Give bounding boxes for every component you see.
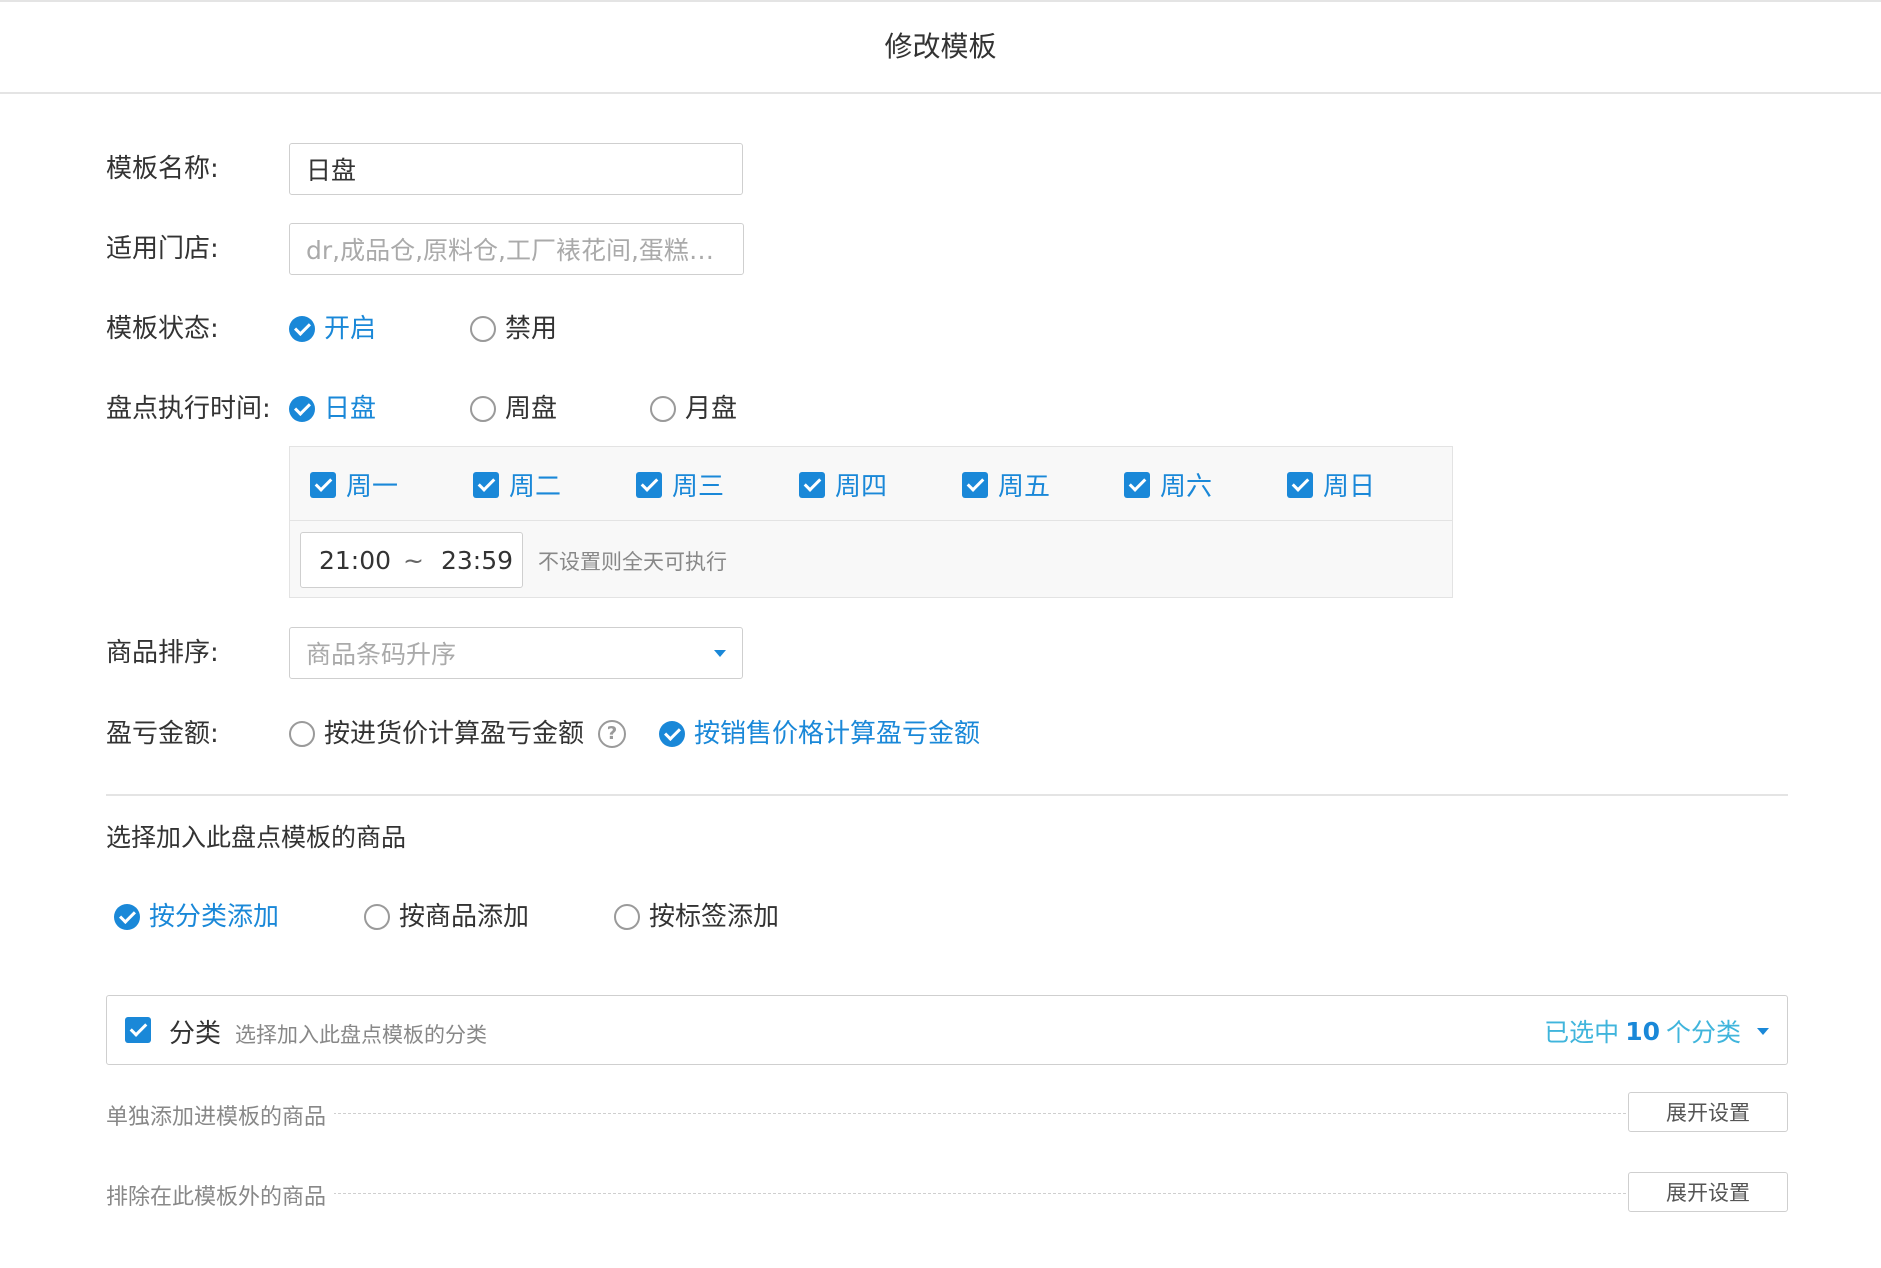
selected-suffix: 个分类 [1665, 1018, 1741, 1047]
add-mode-label: 按分类添加 [149, 902, 280, 932]
dotted-divider [328, 1113, 1626, 1114]
weekday-label: 周日 [1323, 472, 1376, 502]
category-selected-count[interactable]: 已选中 10 个分类 [1544, 1013, 1769, 1049]
time-start: 21:00 [319, 545, 392, 575]
time-end: 23:59 [441, 545, 514, 575]
question-circle-icon[interactable]: ? [598, 720, 627, 748]
stores-input[interactable]: dr,成品仓,原料仓,工厂裱花间,蛋糕组... [289, 223, 744, 275]
weekday-checkbox-sat[interactable]: 周六 [1124, 466, 1212, 503]
sort-placeholder: 商品条码升序 [306, 640, 457, 669]
selected-count: 10 [1625, 1016, 1660, 1046]
page-header: 修改模板 [0, 0, 1881, 94]
exec-option-daily[interactable]: 日盘 [289, 391, 376, 427]
caret-down-icon [1757, 1027, 1769, 1035]
sort-label: 商品排序: [106, 638, 219, 668]
exec-option-label: 月盘 [685, 394, 738, 424]
section-divider [106, 794, 1788, 796]
status-option-disabled[interactable]: 禁用 [470, 311, 557, 347]
radio-unchecked-icon [650, 396, 676, 422]
status-label: 模板状态: [106, 314, 219, 344]
checkbox-checked-icon [473, 471, 499, 498]
add-mode-product[interactable]: 按商品添加 [364, 899, 529, 935]
radio-unchecked-icon [289, 721, 315, 747]
exclude-expand-button[interactable]: 展开设置 [1628, 1172, 1788, 1212]
checkbox-checked-icon [799, 471, 825, 498]
checkbox-checked-icon [962, 471, 988, 498]
checkbox-checked-icon [310, 471, 336, 498]
weekday-label: 周四 [835, 472, 888, 502]
time-range-input[interactable]: 21:00 ~ 23:59 [300, 532, 523, 588]
radio-checked-icon [114, 904, 140, 930]
exec-option-monthly[interactable]: 月盘 [650, 391, 737, 427]
profit-option-label: 按进货价计算盈亏金额 [324, 719, 585, 749]
weekday-checkbox-thu[interactable]: 周四 [799, 466, 887, 503]
exec-time-label: 盘点执行时间: [106, 394, 271, 424]
template-name-input[interactable]: 日盘 [289, 143, 743, 195]
radio-unchecked-icon [470, 396, 496, 422]
profit-label: 盈亏金额: [106, 719, 219, 749]
time-hint: 不设置则全天可执行 [538, 550, 727, 574]
weekday-label: 周二 [509, 472, 562, 502]
category-hint: 选择加入此盘点模板的分类 [235, 1023, 487, 1047]
include-products-label: 单独添加进模板的商品 [106, 1099, 335, 1131]
profit-option-sale[interactable]: 按销售价格计算盈亏金额 [659, 716, 980, 752]
weekday-checkbox-fri[interactable]: 周五 [962, 466, 1050, 503]
sort-select[interactable]: 商品条码升序 [289, 627, 743, 679]
weekday-label: 周五 [998, 472, 1051, 502]
template-name-label: 模板名称: [106, 154, 219, 184]
radio-checked-icon [659, 721, 685, 747]
selected-prefix: 已选中 [1544, 1018, 1620, 1047]
status-option-enabled[interactable]: 开启 [289, 311, 376, 347]
checkbox-checked-icon [1124, 471, 1150, 498]
profit-option-label: 按销售价格计算盈亏金额 [694, 719, 981, 749]
exec-option-weekly[interactable]: 周盘 [470, 391, 557, 427]
status-option-label: 开启 [324, 314, 377, 344]
weekday-panel: 周一 周二 周三 周四 周五 周六 周日 21:00 ~ 23:59 不设置则全… [289, 446, 1453, 598]
checkbox-checked-icon [636, 471, 662, 498]
weekday-label: 周一 [346, 472, 399, 502]
weekday-checkbox-tue[interactable]: 周二 [473, 466, 561, 503]
weekday-label: 周六 [1160, 472, 1213, 502]
profit-option-purchase[interactable]: 按进货价计算盈亏金额 ? [289, 716, 627, 752]
weekday-checkbox-mon[interactable]: 周一 [310, 466, 398, 503]
weekday-label: 周三 [672, 472, 725, 502]
exec-option-label: 日盘 [324, 394, 377, 424]
include-expand-button[interactable]: 展开设置 [1628, 1092, 1788, 1132]
caret-down-icon [714, 649, 726, 657]
checkbox-checked-icon[interactable] [125, 1017, 151, 1043]
status-option-label: 禁用 [505, 314, 558, 344]
include-products-row: 单独添加进模板的商品 展开设置 [106, 1092, 1788, 1134]
dotted-divider [328, 1193, 1626, 1194]
add-mode-tag[interactable]: 按标签添加 [614, 899, 779, 935]
weekday-checkbox-wed[interactable]: 周三 [636, 466, 724, 503]
template-name-value: 日盘 [306, 156, 357, 185]
add-mode-label: 按商品添加 [399, 902, 530, 932]
edit-template-page: 修改模板 模板名称: 日盘 适用门店: dr,成品仓,原料仓,工厂裱花间,蛋糕组… [0, 0, 1881, 1268]
radio-checked-icon [289, 316, 315, 342]
weekday-row: 周一 周二 周三 周四 周五 周六 周日 [290, 447, 1452, 521]
category-label: 分类 [169, 1019, 222, 1049]
radio-unchecked-icon [470, 316, 496, 342]
time-separator: ~ [403, 545, 424, 575]
exclude-products-row: 排除在此模板外的商品 展开设置 [106, 1172, 1788, 1214]
category-selector[interactable]: 分类 选择加入此盘点模板的分类 已选中 10 个分类 [106, 995, 1788, 1065]
stores-placeholder: dr,成品仓,原料仓,工厂裱花间,蛋糕组... [306, 236, 727, 265]
exec-option-label: 周盘 [505, 394, 558, 424]
stores-label: 适用门店: [106, 234, 219, 264]
radio-unchecked-icon [614, 904, 640, 930]
add-mode-label: 按标签添加 [649, 902, 780, 932]
products-section-title: 选择加入此盘点模板的商品 [106, 823, 407, 852]
add-mode-category[interactable]: 按分类添加 [114, 899, 279, 935]
weekday-checkbox-sun[interactable]: 周日 [1287, 466, 1375, 503]
radio-unchecked-icon [364, 904, 390, 930]
checkbox-checked-icon [1287, 471, 1313, 498]
page-title: 修改模板 [884, 30, 997, 63]
radio-checked-icon [289, 396, 315, 422]
exclude-products-label: 排除在此模板外的商品 [106, 1179, 335, 1211]
